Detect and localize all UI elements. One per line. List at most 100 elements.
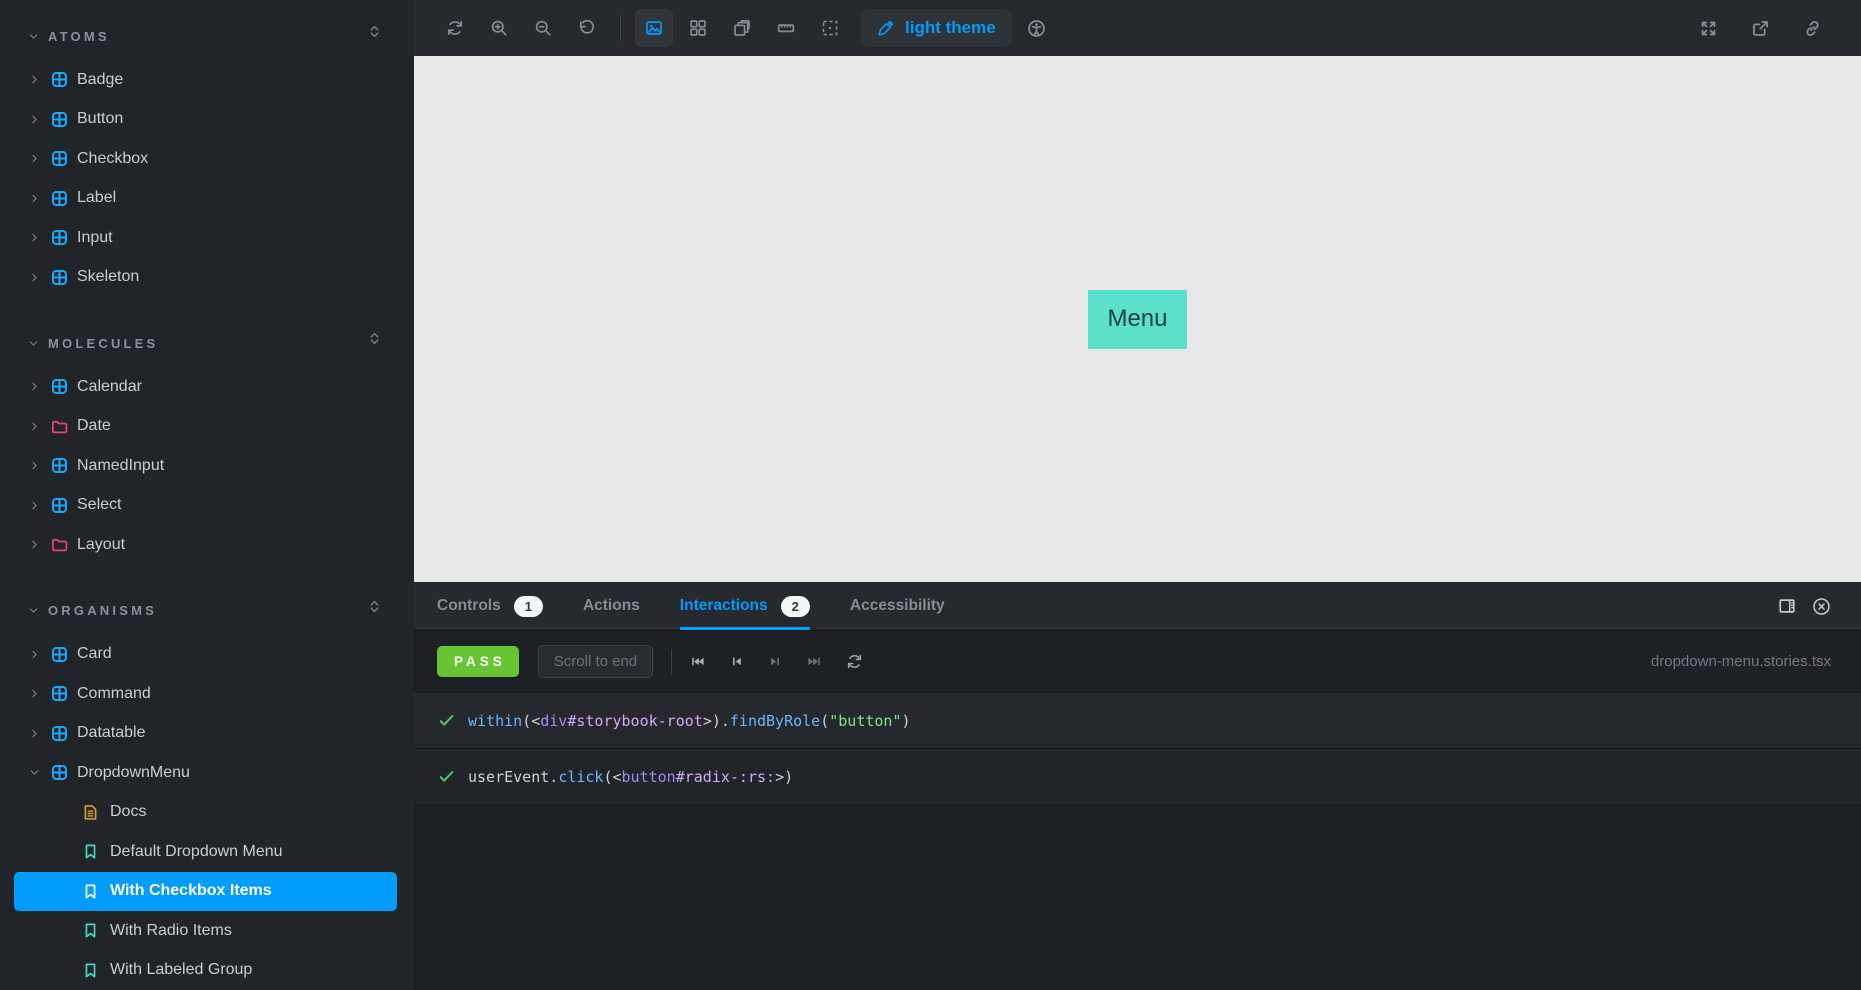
sidebar-item-card[interactable]: Card — [0, 635, 414, 675]
sidebar-story-default-dropdown-menu[interactable]: Default Dropdown Menu — [0, 832, 414, 872]
sidebar-story-label: With Radio Items — [110, 921, 232, 939]
remount-icon[interactable] — [436, 9, 474, 47]
code-segment: userEvent — [468, 767, 550, 786]
menu-button[interactable]: Menu — [1088, 289, 1187, 349]
component-icon — [51, 378, 68, 395]
sidebar-item-datatable[interactable]: Datatable — [0, 714, 414, 754]
code-segment: ( — [820, 711, 830, 730]
stacked-view-icon[interactable] — [723, 9, 761, 47]
sidebar-item-label: Skeleton — [77, 268, 140, 286]
open-external-icon[interactable] — [1741, 9, 1779, 47]
sidebar-item-checkbox[interactable]: Checkbox — [0, 139, 414, 179]
sidebar-item-label: Card — [77, 645, 112, 663]
outline-icon[interactable] — [811, 9, 849, 47]
sidebar-item-date[interactable]: Date — [0, 407, 414, 447]
expand-collapse-icon[interactable] — [367, 24, 382, 39]
paintbrush-icon — [877, 19, 895, 37]
sidebar: ATOMS Badge Button Checkbox Label Input Skelet… — [0, 0, 414, 990]
sidebar-item-dropdownmenu[interactable]: DropdownMenu — [0, 753, 414, 793]
sidebar-section-header[interactable]: MOLECULES — [0, 329, 414, 357]
folder-icon — [51, 418, 68, 435]
toolbar-divider — [671, 648, 673, 675]
main-area: light theme Menu Controls 1 Actions Interac… — [414, 0, 1861, 990]
chevron-right-icon — [28, 499, 42, 512]
step-back-icon[interactable] — [729, 654, 744, 669]
copy-link-icon[interactable] — [1793, 9, 1831, 47]
sidebar-story-label: Docs — [110, 803, 147, 821]
sidebar-section: ORGANISMS Card Command Datatable DropdownMen… — [0, 597, 414, 990]
component-icon — [51, 150, 68, 167]
sidebar-item-skeleton[interactable]: Skeleton — [0, 258, 414, 298]
chevron-right-icon — [28, 73, 42, 86]
sidebar-item-label: Calendar — [77, 377, 142, 395]
sidebar-story-with-labeled-group[interactable]: With Labeled Group — [0, 951, 414, 990]
accessibility-icon[interactable] — [1018, 9, 1056, 47]
sidebar-item-badge[interactable]: Badge — [0, 60, 414, 100]
component-icon — [51, 497, 68, 514]
skip-to-end-icon[interactable] — [807, 654, 822, 669]
interaction-row[interactable]: within(<div#storybook-root>).findByRole(… — [414, 693, 1861, 749]
sidebar-section-header[interactable]: ORGANISMS — [0, 597, 414, 625]
panel-position-icon[interactable] — [1778, 597, 1796, 615]
code-segment: ). — [711, 711, 730, 730]
sidebar-item-command[interactable]: Command — [0, 674, 414, 714]
toolbar-divider — [620, 15, 621, 41]
scroll-to-end-button[interactable]: Scroll to end — [537, 645, 654, 678]
code-segment: findByRole — [729, 711, 821, 730]
sidebar-item-label: Layout — [77, 535, 126, 553]
expand-collapse-icon[interactable] — [367, 331, 382, 346]
panel-tab-bar: Controls 1 Actions Interactions 2 Accessibili… — [414, 582, 1861, 631]
rerun-icon[interactable] — [846, 653, 863, 670]
panel-tabs: Controls 1 Actions Interactions 2 Accessibili… — [437, 582, 985, 630]
bookmark-icon — [82, 962, 99, 979]
code-segment: #radix-:rs: — [675, 767, 776, 786]
interaction-row[interactable]: userEvent.click(<button#radix-:rs:>) — [414, 749, 1861, 805]
sidebar-story-with-checkbox-items[interactable]: With Checkbox Items — [14, 871, 397, 911]
toolbar-right-group — [1689, 9, 1831, 47]
chevron-down-icon — [27, 604, 40, 617]
zoom-out-icon[interactable] — [524, 9, 562, 47]
tab-interactions[interactable]: Interactions 2 — [679, 582, 810, 630]
tab-label: Accessibility — [849, 597, 945, 614]
code-segment: ) — [901, 711, 911, 730]
sidebar-item-calendar[interactable]: Calendar — [0, 367, 414, 407]
component-icon — [51, 764, 68, 781]
sidebar-item-input[interactable]: Input — [0, 218, 414, 258]
close-panel-icon[interactable] — [1812, 597, 1831, 616]
measure-icon[interactable] — [767, 9, 805, 47]
sidebar-item-label: NamedInput — [77, 456, 165, 474]
grid-view-icon[interactable] — [679, 9, 717, 47]
sidebar-item-label[interactable]: Label — [0, 179, 414, 219]
step-forward-icon[interactable] — [768, 654, 783, 669]
reset-zoom-icon[interactable] — [568, 9, 606, 47]
sidebar-item-label: DropdownMenu — [77, 763, 190, 781]
sidebar-story-docs[interactable]: Docs — [0, 793, 414, 833]
code-segment: div — [540, 711, 568, 730]
code-segment: within — [468, 711, 523, 730]
check-icon — [438, 712, 455, 729]
expand-collapse-icon[interactable] — [367, 599, 382, 614]
skip-to-start-icon[interactable] — [690, 654, 705, 669]
fullscreen-icon[interactable] — [1689, 9, 1727, 47]
theme-button[interactable]: light theme — [861, 9, 1012, 47]
sidebar-story-with-radio-items[interactable]: With Radio Items — [0, 911, 414, 951]
status-badge: PASS — [437, 646, 519, 677]
zoom-in-icon[interactable] — [480, 9, 518, 47]
chevron-right-icon — [28, 459, 42, 472]
tab-controls[interactable]: Controls 1 — [437, 582, 543, 630]
canvas-view-icon[interactable] — [635, 9, 673, 47]
chevron-right-icon — [28, 648, 42, 661]
sidebar-section-header[interactable]: ATOMS — [0, 22, 414, 50]
chevron-right-icon — [28, 271, 42, 284]
tab-count-badge: 2 — [780, 595, 810, 617]
code-segment: button — [621, 767, 676, 786]
sidebar-item-layout[interactable]: Layout — [0, 525, 414, 565]
sidebar-item-namedinput[interactable]: NamedInput — [0, 446, 414, 486]
sidebar-item-button[interactable]: Button — [0, 100, 414, 140]
sidebar-item-label: Badge — [77, 70, 124, 88]
tab-actions[interactable]: Actions — [583, 582, 640, 630]
chevron-right-icon — [28, 113, 42, 126]
component-icon — [51, 457, 68, 474]
sidebar-item-select[interactable]: Select — [0, 486, 414, 526]
tab-accessibility[interactable]: Accessibility — [850, 582, 945, 630]
